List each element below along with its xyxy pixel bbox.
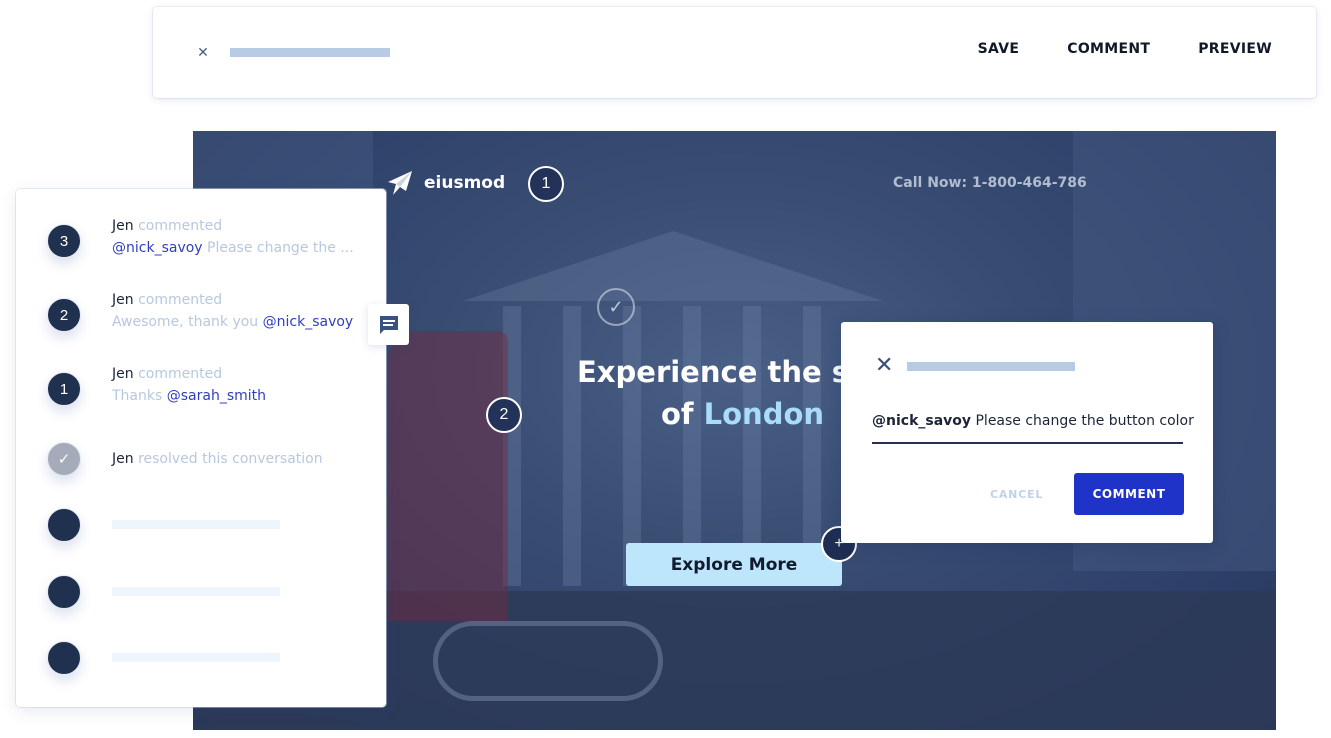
mention-link[interactable]: @nick_savoy: [112, 240, 203, 256]
comment-author: Jen: [112, 451, 134, 467]
comment-author: Jen: [112, 292, 134, 308]
input-mention: @nick_savoy: [872, 413, 972, 429]
text-placeholder: [112, 653, 280, 662]
comment-action: commented: [138, 292, 223, 308]
thread-item[interactable]: 2 Jen commented Awesome, thank you @nick…: [47, 292, 353, 332]
thread-item-placeholder: [47, 641, 280, 675]
comment-dialog: ✕ @nick_savoy Please change the button c…: [841, 322, 1213, 543]
thread-item[interactable]: 1 Jen commented Thanks @sarah_smith: [47, 366, 266, 406]
close-icon[interactable]: ✕: [875, 354, 895, 376]
site-brand[interactable]: eiusmod: [386, 169, 505, 197]
comment-badge: 3: [47, 224, 81, 258]
background-bike-lane-marking: [433, 621, 663, 701]
thread-item-resolved[interactable]: ✓ Jen resolved this conversation: [47, 442, 323, 476]
comment-action: commented: [138, 366, 223, 382]
input-text: Please change the button color: [971, 413, 1194, 429]
brand-name: eiusmod: [424, 173, 506, 193]
comment-badge: 1: [47, 372, 81, 406]
comment-input[interactable]: @nick_savoy Please change the button col…: [872, 408, 1194, 444]
headline-prefix: of: [661, 397, 704, 431]
editor-toolbar: ✕ SAVE COMMENT PREVIEW: [153, 7, 1316, 98]
background-bus: [388, 331, 508, 621]
background-pediment: [463, 231, 883, 301]
close-icon[interactable]: ✕: [196, 45, 210, 59]
headline-accent: London: [703, 397, 825, 431]
submit-comment-button[interactable]: COMMENT: [1074, 473, 1184, 515]
paper-plane-icon: [388, 171, 412, 195]
avatar-placeholder: [47, 575, 81, 609]
check-icon: ✓: [47, 442, 81, 476]
comment-body: Awesome, thank you: [112, 314, 263, 330]
background-column: [563, 306, 581, 586]
comment-marker-2[interactable]: 2: [486, 397, 522, 433]
document-title-placeholder: [230, 48, 390, 57]
thread-item-placeholder: [47, 575, 280, 609]
toggle-comments-button[interactable]: [368, 304, 409, 345]
comment-thread-panel: 3 Jen commented @nick_savoy Please chang…: [16, 189, 386, 707]
comment-body: Please change the ...: [207, 240, 354, 256]
text-placeholder: [112, 520, 280, 529]
toolbar-actions: SAVE COMMENT PREVIEW: [978, 41, 1272, 57]
preview-button[interactable]: PREVIEW: [1198, 41, 1272, 57]
thread-item-placeholder: [47, 508, 280, 542]
comment-action: commented: [138, 218, 223, 234]
comment-text: Jen resolved this conversation: [112, 448, 323, 470]
comment-author: Jen: [112, 218, 134, 234]
comment-action: resolved this conversation: [138, 451, 323, 467]
thread-item[interactable]: 3 Jen commented @nick_savoy Please chang…: [47, 218, 354, 258]
mention-link[interactable]: @sarah_smith: [167, 388, 266, 404]
headline-line-1: Experience the sig: [577, 355, 880, 389]
comment-button[interactable]: COMMENT: [1067, 41, 1150, 57]
dialog-title-placeholder: [907, 362, 1075, 371]
comment-icon: [379, 315, 398, 334]
avatar-placeholder: [47, 508, 81, 542]
comment-badge: 2: [47, 298, 81, 332]
comment-author: Jen: [112, 366, 134, 382]
save-button[interactable]: SAVE: [978, 41, 1020, 57]
explore-more-button[interactable]: Explore More: [626, 543, 842, 586]
text-placeholder: [112, 587, 280, 596]
comment-text: Jen commented @nick_savoy Please change …: [112, 215, 354, 259]
call-now-text[interactable]: Call Now: 1-800-464-786: [893, 175, 1087, 191]
avatar-placeholder: [47, 641, 81, 675]
comment-marker-1[interactable]: 1: [528, 166, 564, 202]
comment-body: Thanks: [112, 388, 167, 404]
cancel-button[interactable]: CANCEL: [990, 488, 1043, 501]
mention-link[interactable]: @nick_savoy: [263, 314, 354, 330]
resolved-marker-check-icon[interactable]: ✓: [597, 288, 635, 326]
comment-text: Jen commented Awesome, thank you @nick_s…: [112, 289, 353, 333]
comment-text: Jen commented Thanks @sarah_smith: [112, 363, 266, 407]
